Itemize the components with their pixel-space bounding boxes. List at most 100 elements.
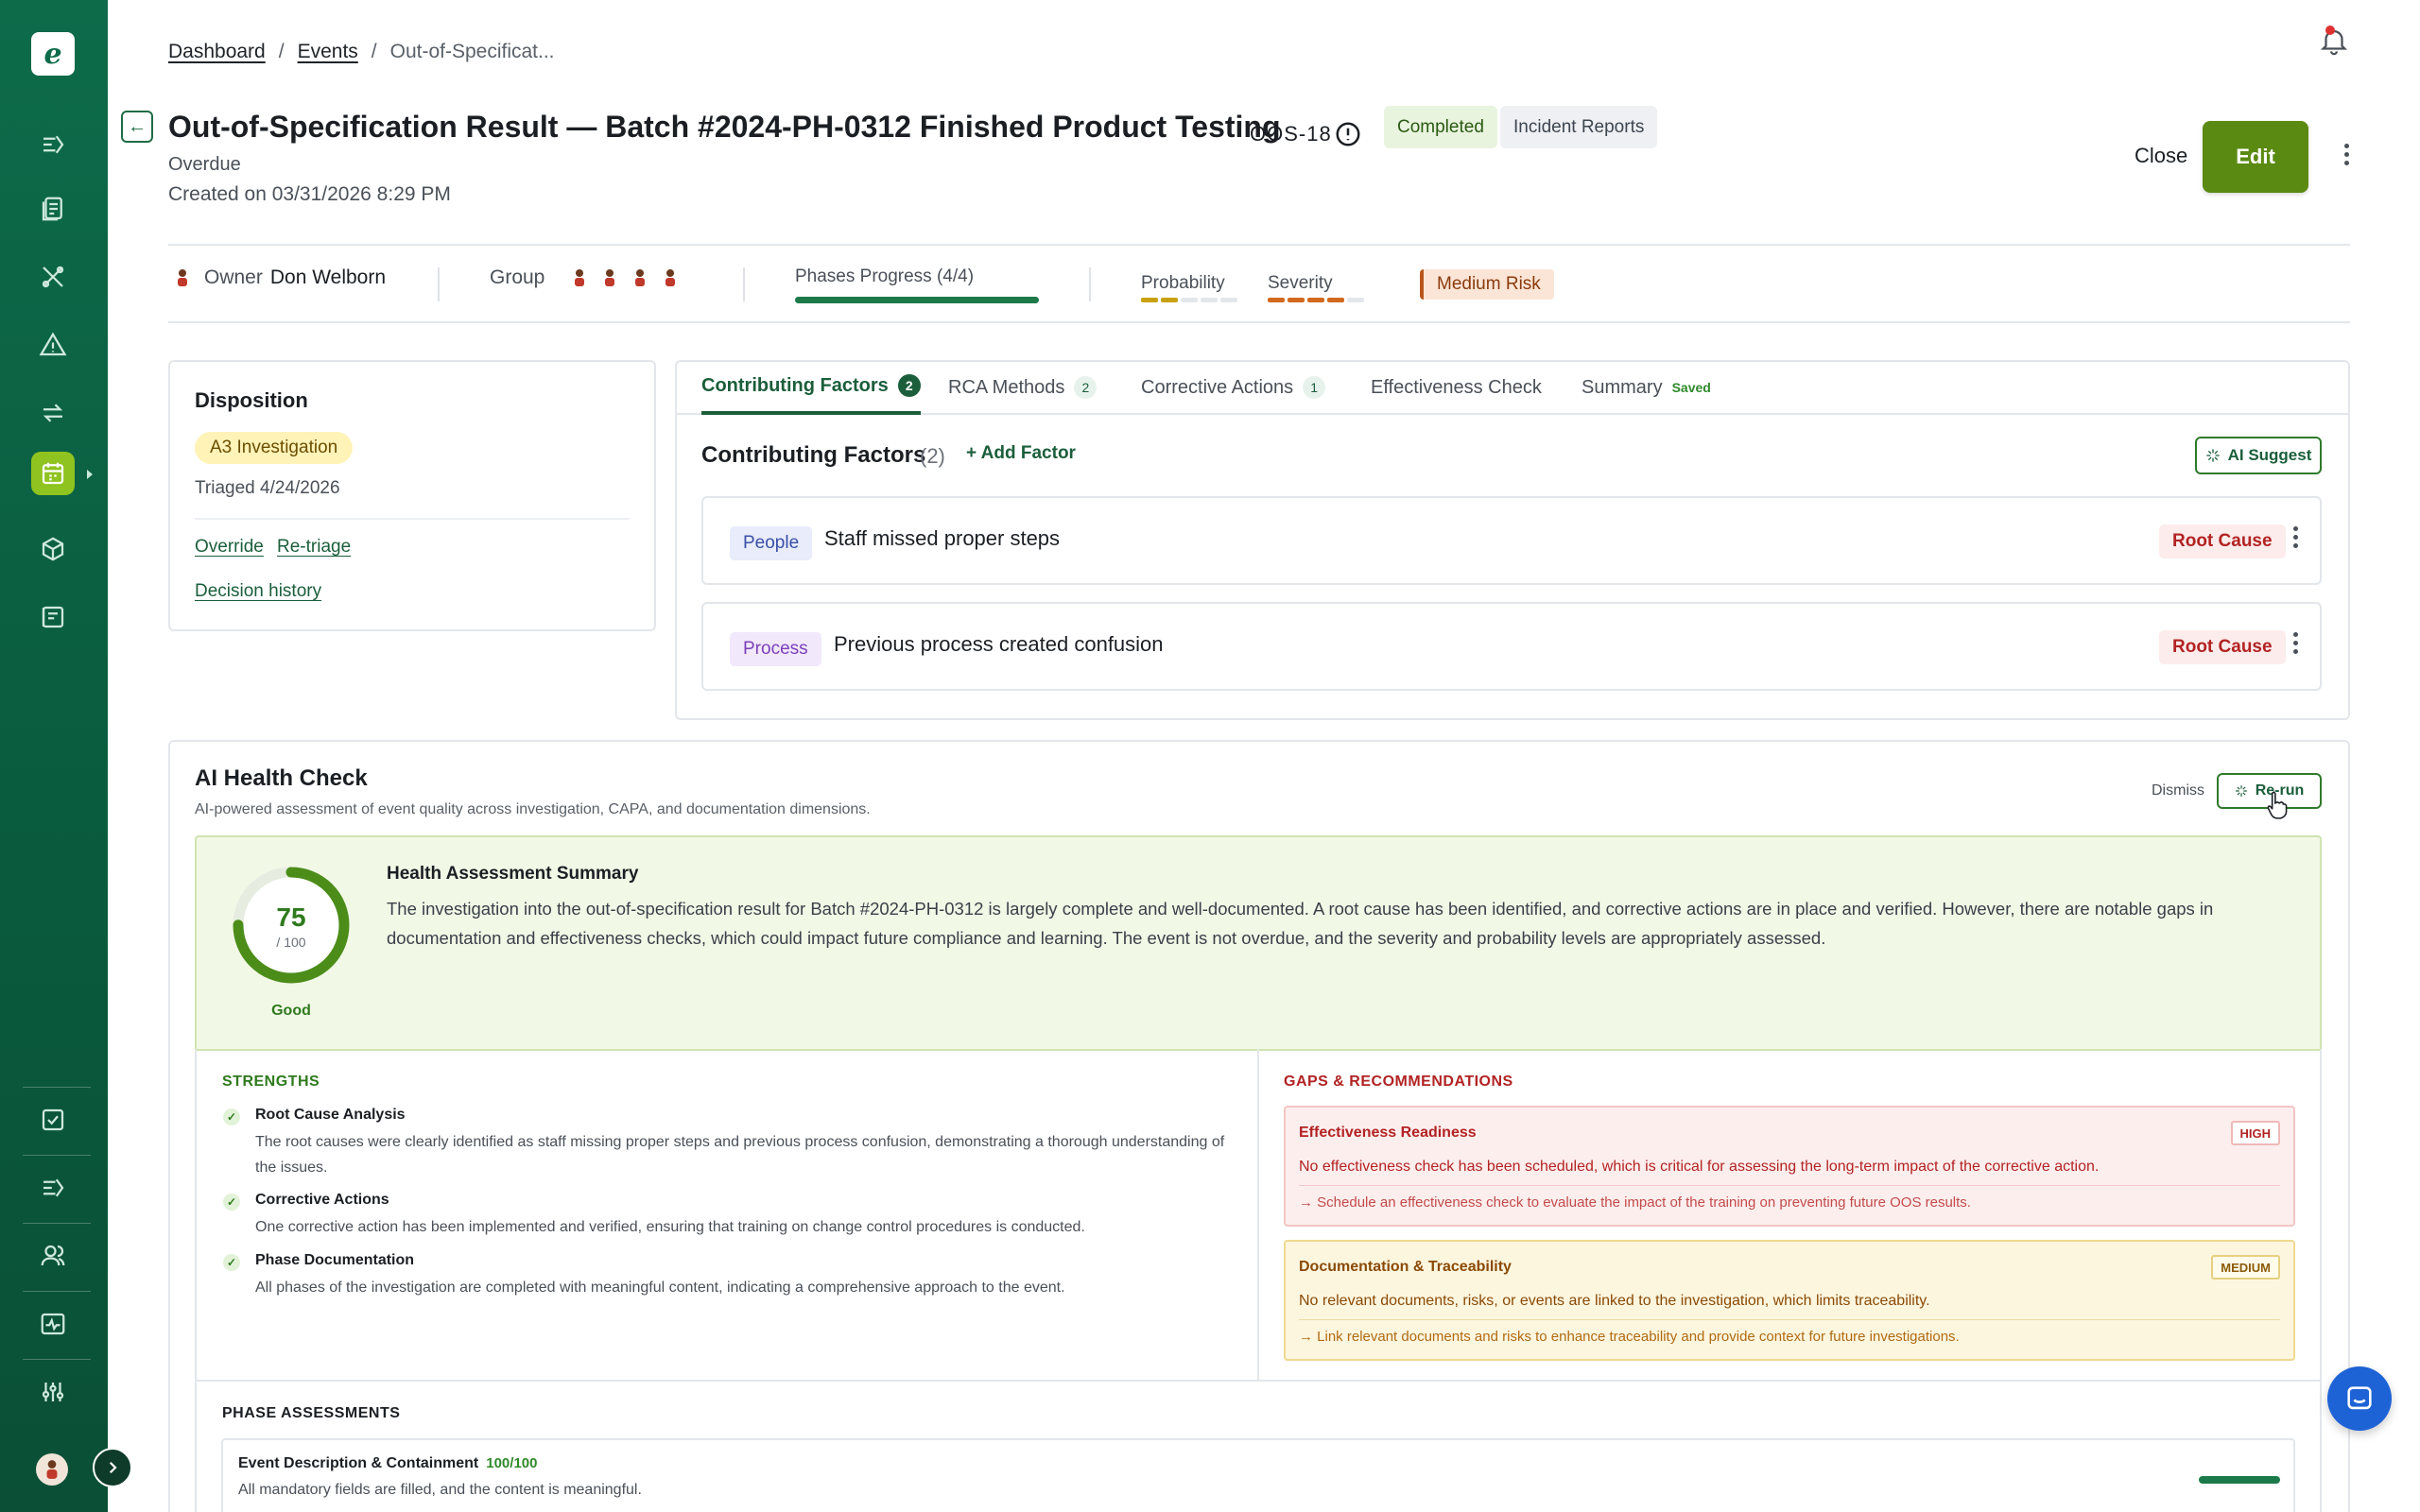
- gap-severity-badge: MEDIUM: [2211, 1255, 2280, 1280]
- flow-icon[interactable]: [31, 1166, 75, 1210]
- health-score-max: / 100: [276, 935, 306, 950]
- edit-button[interactable]: Edit: [2203, 121, 2308, 193]
- users-icon[interactable]: [31, 1234, 75, 1278]
- dismiss-button[interactable]: Dismiss: [2152, 782, 2204, 799]
- transfer-icon[interactable]: [31, 391, 75, 435]
- strength-item: ✓ Corrective Actions One corrective acti…: [223, 1192, 1225, 1240]
- saved-indicator: Saved: [1671, 380, 1711, 395]
- tab-label: Corrective Actions: [1141, 376, 1294, 398]
- package-icon[interactable]: [31, 527, 75, 571]
- sliders-icon[interactable]: [31, 1370, 75, 1414]
- tab-count: 2: [897, 374, 921, 397]
- factor-text: Previous process created confusion: [834, 632, 1164, 656]
- group-avatars[interactable]: [573, 267, 677, 288]
- severity-level: [1268, 298, 1364, 302]
- sidebar-divider: [23, 1155, 91, 1156]
- tab-label: Contributing Factors: [701, 374, 889, 396]
- meta-separator: [743, 267, 745, 301]
- phase-name: Event Description & Containment: [238, 1455, 479, 1471]
- events-flow-icon[interactable]: [31, 123, 75, 166]
- close-button[interactable]: Close: [2135, 144, 2187, 168]
- sidebar-divider: [23, 1291, 91, 1292]
- breadcrumb-separator: /: [278, 41, 285, 62]
- phase-score-bar: [2199, 1476, 2280, 1484]
- risk-badge: Medium Risk: [1420, 269, 1554, 300]
- level-segment: [1347, 298, 1364, 302]
- owner-name[interactable]: Don Welborn: [270, 266, 386, 289]
- form-icon[interactable]: [31, 595, 75, 639]
- level-segment: [1201, 298, 1218, 302]
- group-member-avatar: [633, 267, 647, 288]
- factor-menu-icon[interactable]: [2291, 632, 2299, 654]
- divider: [195, 518, 630, 520]
- event-id: OOS-18: [1250, 122, 1332, 146]
- override-link[interactable]: Override: [195, 537, 264, 558]
- gap-card: Effectiveness Readiness HIGH No effectiv…: [1284, 1106, 2295, 1227]
- level-segment: [1307, 298, 1324, 302]
- alert-triangle-icon[interactable]: [31, 323, 75, 367]
- expand-sidebar-button[interactable]: [93, 1448, 132, 1487]
- summary-title: Health Assessment Summary: [387, 864, 639, 884]
- breadcrumb-current: Out-of-Specificat...: [389, 41, 555, 62]
- tab-label: Summary: [1582, 376, 1663, 398]
- decision-history-link[interactable]: Decision history: [195, 581, 321, 602]
- info-icon[interactable]: [1334, 120, 1362, 148]
- meta-separator: [1089, 267, 1091, 301]
- created-date: Created on 03/31/2026 8:29 PM: [168, 183, 451, 205]
- phase-assessment-card[interactable]: Event Description & Containment 100/100 A…: [221, 1438, 2295, 1512]
- checklist-icon[interactable]: [31, 1098, 75, 1142]
- factor-menu-icon[interactable]: [2291, 526, 2299, 548]
- factor-row[interactable]: Process Previous process created confusi…: [701, 602, 2322, 691]
- check-icon: ✓: [223, 1108, 240, 1125]
- tab-count: 2: [1074, 376, 1098, 399]
- disposition-badge: A3 Investigation: [195, 432, 354, 464]
- factor-text: Staff missed proper steps: [824, 526, 1061, 550]
- more-options-icon[interactable]: [2342, 144, 2350, 165]
- back-button[interactable]: ←: [121, 111, 153, 143]
- summary-text: The investigation into the out-of-specif…: [387, 899, 2214, 948]
- retriage-link[interactable]: Re-triage: [277, 537, 351, 558]
- strength-title: Corrective Actions: [255, 1192, 389, 1208]
- tab-bar: Contributing Factors 2 RCA Methods 2 Cor…: [675, 360, 2350, 415]
- probability-level: [1141, 298, 1237, 302]
- phase-title: Event Description & Containment 100/100: [238, 1455, 537, 1472]
- divider: [1299, 1185, 2280, 1186]
- group-member-avatar: [603, 267, 616, 288]
- add-factor-button[interactable]: + Add Factor: [966, 443, 1076, 464]
- sidebar-divider: [23, 1087, 91, 1088]
- strength-title: Phase Documentation: [255, 1252, 415, 1268]
- probability-label: Probability: [1141, 273, 1225, 293]
- group-member-avatar: [664, 267, 677, 288]
- level-segment: [1161, 298, 1178, 302]
- notification-dot: [2325, 26, 2335, 35]
- tab-corrective-actions[interactable]: Corrective Actions 1: [1141, 360, 1326, 415]
- monitor-icon[interactable]: [31, 1302, 75, 1346]
- gap-title: Documentation & Traceability: [1299, 1259, 1512, 1275]
- tab-effectiveness-check[interactable]: Effectiveness Check: [1371, 360, 1542, 415]
- user-avatar[interactable]: [36, 1453, 68, 1486]
- sidebar-divider: [23, 1359, 91, 1360]
- strength-item: ✓ Root Cause Analysis The root causes we…: [223, 1107, 1225, 1180]
- breadcrumb-dashboard[interactable]: Dashboard: [168, 41, 266, 63]
- factor-row[interactable]: People Staff missed proper steps Root Ca…: [701, 496, 2322, 585]
- gap-severity-badge: HIGH: [2230, 1121, 2280, 1145]
- ai-suggest-label: AI Suggest: [2227, 446, 2312, 464]
- calendar-icon[interactable]: [31, 452, 75, 495]
- phase-text: All mandatory fields are filled, and the…: [238, 1482, 642, 1498]
- phases-progress-label: Phases Progress (4/4): [795, 266, 975, 286]
- tab-summary[interactable]: Summary Saved: [1582, 360, 1711, 415]
- tools-icon[interactable]: [31, 255, 75, 299]
- tab-rca-methods[interactable]: RCA Methods 2: [948, 360, 1098, 415]
- gap-recommendation: → Link relevant documents and risks to e…: [1299, 1329, 1960, 1345]
- breadcrumb-events[interactable]: Events: [298, 41, 358, 63]
- phase-assessments-heading: PHASE ASSESSMENTS: [222, 1405, 401, 1421]
- documents-icon[interactable]: [31, 187, 75, 231]
- tab-contributing-factors[interactable]: Contributing Factors 2: [701, 360, 921, 415]
- ai-suggest-button[interactable]: AI Suggest: [2195, 437, 2322, 474]
- root-cause-badge: Root Cause: [2159, 524, 2286, 558]
- factor-tag: Process: [730, 632, 821, 666]
- chat-support-button[interactable]: [2327, 1366, 2392, 1431]
- divider: [168, 244, 2350, 246]
- breadcrumb-separator: /: [371, 41, 377, 62]
- app-logo[interactable]: e: [31, 32, 75, 76]
